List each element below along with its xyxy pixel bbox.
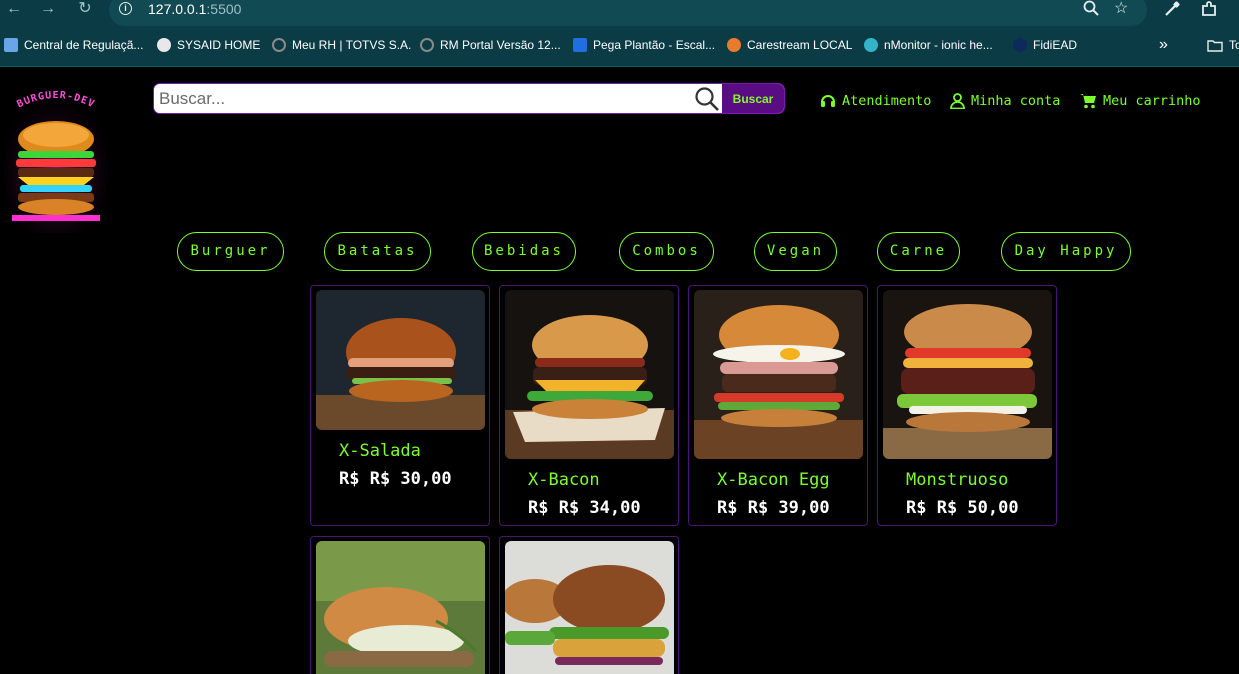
bookmark-label: SYSAID HOME [177, 38, 261, 52]
bookmark-favicon-icon [727, 38, 741, 52]
category-day-happy[interactable]: Day Happy [1001, 232, 1131, 271]
bookmarks-bar: Central de Regulaçã... SYSAID HOME Meu R… [0, 33, 1239, 67]
account-label: Minha conta [971, 93, 1061, 109]
bookmark-item[interactable]: SYSAID HOME [157, 38, 260, 52]
product-card[interactable] [310, 536, 490, 674]
cart-label: Meu carrinho [1103, 93, 1201, 109]
bookmark-favicon-icon [864, 38, 878, 52]
page: BURGUER-DEV Buscar Atendimento [0, 67, 1239, 674]
bookmark-favicon-icon [272, 38, 286, 52]
address-bar[interactable] [109, 0, 1147, 26]
forward-arrow-icon[interactable]: → [36, 0, 60, 20]
back-arrow-icon[interactable]: ← [2, 0, 26, 20]
zoom-icon[interactable] [1083, 0, 1099, 21]
brand-logo[interactable]: BURGUER-DEV [4, 89, 108, 233]
reload-icon[interactable]: ↻ [73, 0, 97, 20]
product-image [316, 541, 485, 674]
bookmark-label: FidiEAD [1033, 38, 1078, 52]
product-image [505, 290, 674, 459]
bookmark-label: nMonitor - ionic he... [884, 38, 993, 52]
cart-link[interactable]: Meu carrinho [1080, 93, 1201, 109]
bookmark-star-icon[interactable]: ☆ [1114, 0, 1128, 18]
product-name: X-Bacon Egg [717, 470, 830, 490]
bookmark-item[interactable]: Pega Plantão - Escal... [573, 38, 715, 52]
product-price: R$ R$ 50,00 [906, 498, 1019, 518]
bookmark-label: Pega Plantão - Escal... [593, 38, 716, 52]
product-image [316, 290, 485, 430]
category-burguer[interactable]: Burguer [177, 232, 284, 271]
product-image [883, 290, 1052, 459]
search-bar: Buscar [153, 83, 785, 114]
bookmark-label: To [1229, 38, 1239, 52]
category-combos[interactable]: Combos [619, 232, 714, 271]
bookmark-favicon-icon [420, 38, 434, 52]
product-name: X-Bacon [528, 470, 600, 490]
product-card[interactable]: X-Salada R$ R$ 30,00 [310, 285, 490, 526]
product-price: R$ R$ 34,00 [528, 498, 641, 518]
search-input[interactable] [154, 84, 722, 113]
headset-icon [821, 95, 835, 107]
extensions-icon[interactable] [1200, 0, 1218, 23]
bookmark-folder[interactable]: To [1207, 38, 1239, 52]
product-card[interactable]: X-Bacon Egg R$ R$ 39,00 [688, 285, 868, 526]
product-image [694, 290, 863, 459]
bookmark-item[interactable]: RM Portal Versão 12... [420, 38, 561, 52]
bookmark-label: RM Portal Versão 12... [440, 38, 561, 52]
bookmark-favicon-icon [4, 38, 18, 52]
product-card[interactable] [499, 536, 679, 674]
bookmark-item[interactable]: FidiEAD [1013, 38, 1077, 52]
category-carne[interactable]: Carne [877, 232, 960, 271]
product-card[interactable]: Monstruoso R$ R$ 50,00 [877, 285, 1057, 526]
bookmark-favicon-icon [157, 38, 171, 52]
bookmark-item[interactable]: Meu RH | TOTVS S.A. [272, 38, 411, 52]
support-link[interactable]: Atendimento [820, 93, 931, 109]
bookmark-label: Central de Regulaçã... [24, 38, 144, 52]
product-image [505, 541, 674, 674]
category-batatas[interactable]: Batatas [324, 232, 431, 271]
category-vegan[interactable]: Vegan [754, 232, 837, 271]
support-label: Atendimento [842, 93, 932, 109]
site-info-icon[interactable]: i [119, 2, 132, 15]
bookmark-item[interactable]: nMonitor - ionic he... [864, 38, 993, 52]
search-icon[interactable] [694, 86, 720, 112]
bookmark-label: Meu RH | TOTVS S.A. [292, 38, 412, 52]
product-name: X-Salada [339, 441, 421, 461]
search-button[interactable]: Buscar [722, 84, 784, 113]
user-icon [950, 93, 965, 109]
bookmark-favicon-icon [573, 38, 587, 52]
product-name: Monstruoso [906, 470, 1009, 490]
product-price: R$ R$ 30,00 [339, 469, 452, 489]
folder-icon [1207, 39, 1223, 52]
product-price: R$ R$ 39,00 [717, 498, 830, 518]
bookmarks-overflow-button[interactable]: » [1159, 36, 1168, 54]
cart-icon [1080, 94, 1096, 109]
bookmark-favicon-icon [1013, 38, 1027, 52]
account-link[interactable]: Minha conta [950, 93, 1060, 109]
eyedropper-icon[interactable] [1163, 0, 1181, 23]
category-bebidas[interactable]: Bebidas [472, 232, 576, 271]
bookmark-label: Carestream LOCAL [747, 38, 853, 52]
browser-toolbar: ← → ↻ i 127.0.0.1:5500 ☆ [0, 0, 1239, 33]
product-card[interactable]: X-Bacon R$ R$ 34,00 [499, 285, 679, 526]
bookmark-item[interactable]: Carestream LOCAL [727, 38, 852, 52]
bookmark-item[interactable]: Central de Regulaçã... [4, 38, 143, 52]
url-text[interactable]: 127.0.0.1:5500 [148, 1, 241, 17]
